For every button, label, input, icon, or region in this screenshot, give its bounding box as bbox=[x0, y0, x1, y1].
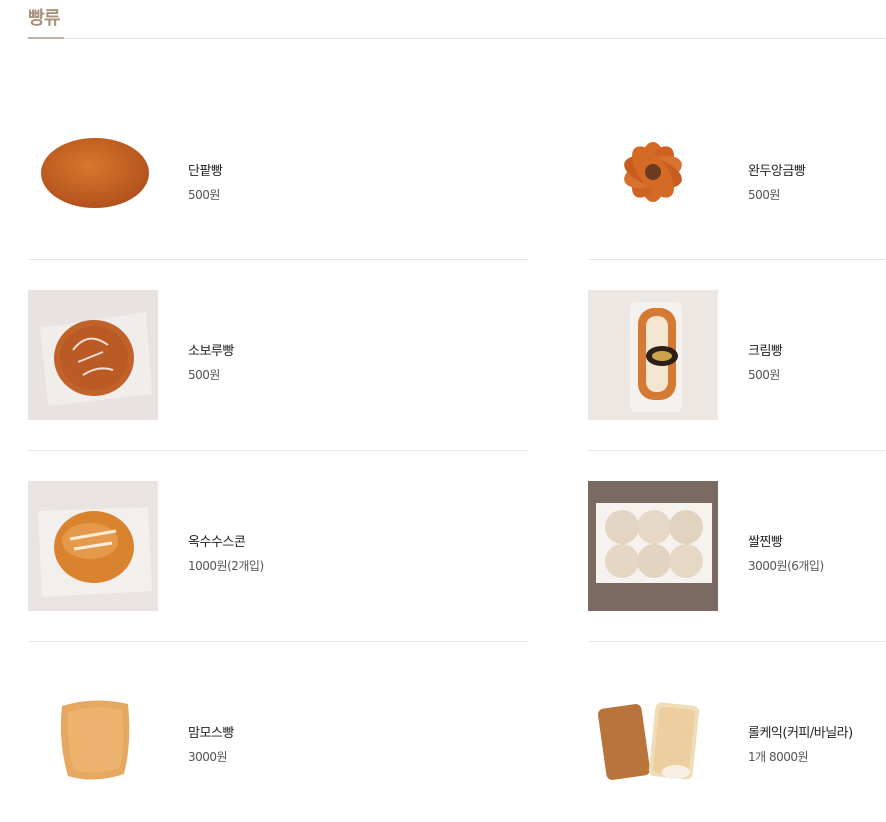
product-price: 500원 bbox=[188, 368, 220, 382]
product-item[interactable]: 쌀찐빵 3000원(6개입) bbox=[588, 441, 886, 631]
product-name[interactable]: 단팥빵 bbox=[188, 160, 223, 179]
product-item[interactable]: 옥수수스콘 1000원(2개입) bbox=[28, 441, 528, 631]
product-price: 1000원(2개입) bbox=[188, 559, 264, 573]
steamed-tray-image bbox=[596, 503, 712, 583]
product-item[interactable]: 단팥빵 500원 bbox=[28, 70, 528, 260]
flower-bun-image bbox=[624, 142, 682, 202]
product-price: 500원 bbox=[748, 188, 780, 202]
product-item[interactable]: 맘모스빵 3000원 bbox=[28, 632, 528, 822]
scone-bag-image bbox=[38, 507, 152, 597]
product-name[interactable]: 옥수수스콘 bbox=[188, 531, 246, 550]
product-image[interactable] bbox=[28, 110, 158, 240]
product-price: 500원 bbox=[188, 188, 220, 202]
title-divider bbox=[28, 38, 886, 39]
product-price: 500원 bbox=[748, 368, 780, 382]
round-bun-image bbox=[41, 138, 149, 208]
product-image[interactable] bbox=[28, 290, 158, 420]
product-image[interactable] bbox=[588, 481, 718, 611]
product-name[interactable]: 완두앙금빵 bbox=[748, 160, 806, 179]
product-name[interactable]: 롤케익(커피/바닐라) bbox=[748, 722, 853, 741]
product-price: 3000원(6개입) bbox=[748, 559, 824, 573]
section-title: 빵류 bbox=[28, 8, 61, 29]
product-image[interactable] bbox=[28, 672, 158, 802]
soboro-bag-image bbox=[40, 312, 152, 406]
product-item[interactable]: 크림빵 500원 bbox=[588, 250, 886, 440]
product-image[interactable] bbox=[588, 110, 718, 240]
product-item[interactable]: 소보루빵 500원 bbox=[28, 250, 528, 440]
product-name[interactable]: 맘모스빵 bbox=[188, 722, 234, 741]
product-name[interactable]: 소보루빵 bbox=[188, 340, 234, 359]
product-name[interactable]: 크림빵 bbox=[748, 340, 783, 359]
product-image[interactable] bbox=[588, 672, 718, 802]
title-accent-bar bbox=[28, 37, 64, 39]
product-image[interactable] bbox=[28, 481, 158, 611]
mammoth-bread-image bbox=[60, 700, 130, 780]
cream-bag-image bbox=[630, 302, 682, 412]
product-name[interactable]: 쌀찐빵 bbox=[748, 531, 783, 550]
product-image[interactable] bbox=[588, 290, 718, 420]
product-item[interactable]: 롤케익(커피/바닐라) 1개 8000원 bbox=[588, 632, 886, 822]
roll-cake-image bbox=[597, 702, 700, 780]
product-item[interactable]: 완두앙금빵 500원 bbox=[588, 70, 886, 260]
product-price: 3000원 bbox=[188, 750, 228, 764]
product-price: 1개 8000원 bbox=[748, 750, 809, 764]
